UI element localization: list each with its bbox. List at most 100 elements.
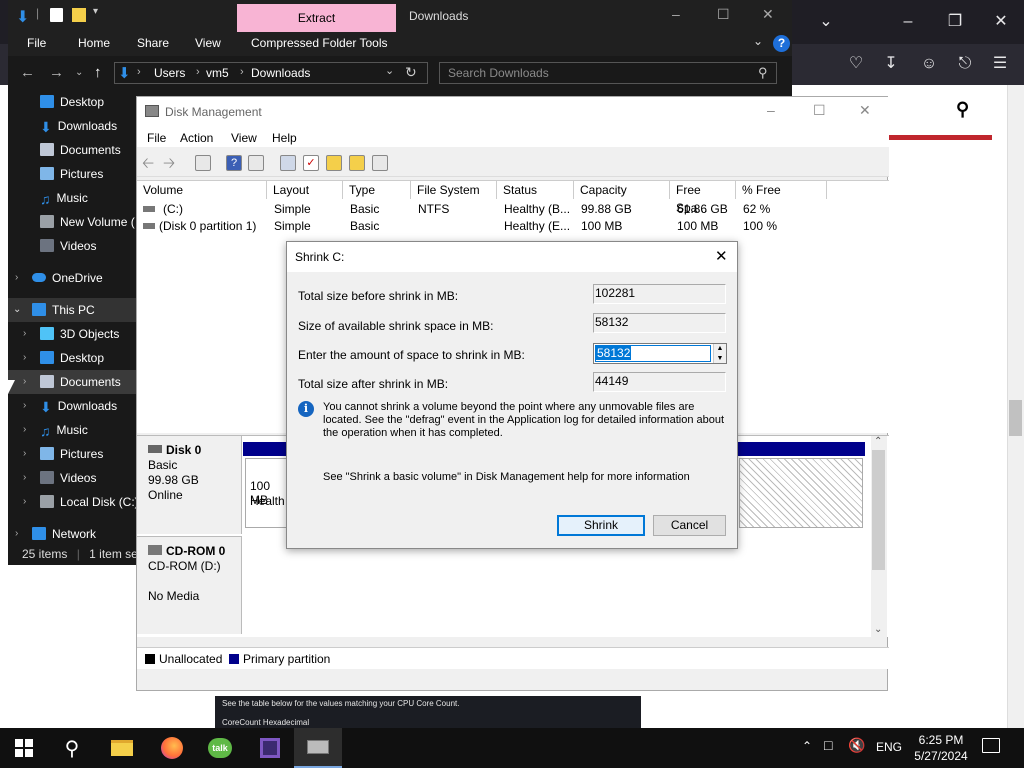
column-file-system[interactable]: File System <box>411 181 497 199</box>
close-icon[interactable]: ✕ <box>989 10 1013 34</box>
extensions-icon[interactable]: ⎋ <box>953 52 977 76</box>
partition-c-hatched[interactable] <box>739 458 863 528</box>
cdrom-label-panel[interactable]: CD-ROM 0 CD-ROM (D:) No Media <box>137 536 242 634</box>
back-arrow-icon[interactable]: 🡠 <box>142 153 154 178</box>
ribbon-tab-file[interactable]: File <box>27 36 46 50</box>
expand-chevron-icon[interactable]: › <box>15 266 18 290</box>
check-icon[interactable]: ✓ <box>303 155 319 171</box>
expand-chevron-icon[interactable]: › <box>23 490 26 514</box>
stepper-up-icon[interactable]: ▲ <box>713 344 726 354</box>
close-icon[interactable]: ✕ <box>715 247 728 265</box>
taskbar-talk-app[interactable]: talk <box>196 728 244 768</box>
forward-arrow-icon[interactable]: 🡢 <box>163 153 175 178</box>
breadcrumb-vm5[interactable]: vm5 <box>206 66 229 80</box>
tab-list-chevron-icon[interactable]: ⌄ <box>814 10 838 34</box>
help-icon[interactable]: ? <box>226 155 242 171</box>
up-arrow-icon[interactable]: ↑ <box>94 64 102 81</box>
stepper-down-icon[interactable]: ▼ <box>713 354 726 363</box>
minimize-icon[interactable]: – <box>767 102 775 118</box>
nav-item-videos-pc[interactable]: › Videos <box>8 466 136 490</box>
volume-muted-icon[interactable]: 🔇 <box>848 737 865 754</box>
show-hide-console-icon[interactable] <box>195 155 211 171</box>
nav-item-music-pc[interactable]: › ♫ Music <box>8 418 136 442</box>
expand-chevron-icon[interactable]: › <box>23 418 26 442</box>
restore-icon[interactable]: ❐ <box>943 10 967 34</box>
refresh-icon[interactable]: ↻ <box>405 64 417 81</box>
close-icon[interactable]: ✕ <box>859 102 871 119</box>
search-button[interactable]: ⚲ <box>48 728 96 768</box>
column-volume[interactable]: Volume <box>137 181 267 199</box>
ribbon-expand-chevron-icon[interactable]: ⌄ <box>753 34 763 48</box>
column-status[interactable]: Status <box>497 181 574 199</box>
expand-chevron-icon[interactable]: › <box>23 466 26 490</box>
details-view-icon[interactable] <box>372 155 388 171</box>
breadcrumb-users[interactable]: Users <box>154 66 185 80</box>
maximize-icon[interactable]: ☐ <box>813 102 826 119</box>
search-icon[interactable]: ⚲ <box>956 99 969 120</box>
back-arrow-icon[interactable]: ← <box>20 64 35 81</box>
menu-file[interactable]: File <box>147 131 166 145</box>
taskbar-cpu-app[interactable] <box>246 728 294 768</box>
scroll-up-icon[interactable]: ⌃ <box>874 436 882 447</box>
quick-access-dropdown-icon[interactable]: ▾ <box>93 6 98 17</box>
column-type[interactable]: Type <box>343 181 411 199</box>
taskbar-disk-management[interactable] <box>294 728 342 768</box>
close-icon[interactable]: ✕ <box>762 6 774 23</box>
cancel-button[interactable]: Cancel <box>653 515 726 536</box>
address-dropdown-icon[interactable]: ⌄ <box>385 64 394 77</box>
shrink-button[interactable]: Shrink <box>557 515 645 536</box>
account-icon[interactable]: ☺ <box>917 52 941 76</box>
connect-icon[interactable] <box>280 155 296 171</box>
menu-icon[interactable]: ☰ <box>988 52 1012 76</box>
column-percent-free[interactable]: % Free <box>736 181 827 199</box>
graph-scrollbar[interactable]: ⌃ ⌄ <box>871 436 887 638</box>
expand-chevron-icon[interactable]: › <box>23 370 26 394</box>
maximize-icon[interactable]: ☐ <box>717 6 730 23</box>
expand-chevron-icon[interactable]: › <box>23 346 26 370</box>
ribbon-tab-compressed-folder-tools[interactable]: Compressed Folder Tools <box>251 36 388 50</box>
language-indicator[interactable]: ENG <box>876 740 902 754</box>
collapse-chevron-icon[interactable]: ⌄ <box>13 298 21 322</box>
forward-arrow-icon[interactable]: → <box>49 64 64 81</box>
nav-item-documents-pc[interactable]: › Documents <box>8 370 136 394</box>
properties-icon[interactable] <box>248 155 264 171</box>
taskbar-firefox[interactable] <box>148 728 196 768</box>
clock[interactable]: 6:25 PM 5/27/2024 <box>911 732 971 764</box>
nav-item-onedrive[interactable]: › OneDrive <box>8 266 136 290</box>
nav-item-pictures-pc[interactable]: › Pictures <box>8 442 136 466</box>
menu-help[interactable]: Help <box>272 131 297 145</box>
nav-item-downloads[interactable]: ⬇ Downloads <box>8 114 136 138</box>
address-bar[interactable]: ⬇ › Users › vm5 › Downloads ⌄ ↻ <box>114 62 428 84</box>
show-hidden-icons-icon[interactable]: ⌃ <box>802 739 812 753</box>
minimize-icon[interactable]: – <box>672 6 680 22</box>
notifications-icon[interactable] <box>982 738 1000 753</box>
shrink-amount-stepper[interactable]: 58132 ▲ ▼ <box>593 343 727 364</box>
ribbon-tab-share[interactable]: Share <box>137 36 169 50</box>
help-icon[interactable]: ? <box>773 35 790 52</box>
new-folder-icon[interactable] <box>72 8 86 22</box>
extract-context-tab[interactable]: Extract <box>237 4 396 32</box>
nav-item-pictures[interactable]: Pictures <box>8 162 136 186</box>
nav-item-new-volume[interactable]: New Volume ( <box>8 210 136 234</box>
column-capacity[interactable]: Capacity <box>574 181 670 199</box>
column-free-space[interactable]: Free Spa... <box>670 181 736 215</box>
nav-item-videos[interactable]: Videos <box>8 234 136 258</box>
expand-chevron-icon[interactable]: › <box>23 442 26 466</box>
nav-item-documents[interactable]: Documents <box>8 138 136 162</box>
down-arrow-icon[interactable]: ⬇ <box>16 7 30 26</box>
shrink-amount-input[interactable]: 58132 <box>595 345 711 362</box>
disk0-label-panel[interactable]: Disk 0 Basic 99.98 GB Online <box>137 436 242 534</box>
properties-icon[interactable] <box>50 8 63 22</box>
nav-item-desktop-pc[interactable]: › Desktop <box>8 346 136 370</box>
recent-dropdown-icon[interactable]: ⌄ <box>75 67 83 78</box>
network-icon[interactable]: □ <box>824 737 832 753</box>
nav-item-3d-objects[interactable]: › 3D Objects <box>8 322 136 346</box>
search-folder-icon[interactable] <box>349 155 365 171</box>
folder-up-icon[interactable] <box>326 155 342 171</box>
scroll-down-icon[interactable]: ⌄ <box>874 624 882 635</box>
nav-item-downloads-pc[interactable]: › ⬇ Downloads <box>8 394 136 418</box>
partition-efi[interactable]: 100 MB Health <box>245 458 289 528</box>
table-row[interactable]: (Disk 0 partition 1) Simple Basic Health… <box>137 218 889 235</box>
nav-item-this-pc[interactable]: ⌄ This PC <box>8 298 136 322</box>
nav-item-desktop[interactable]: Desktop <box>8 90 136 114</box>
